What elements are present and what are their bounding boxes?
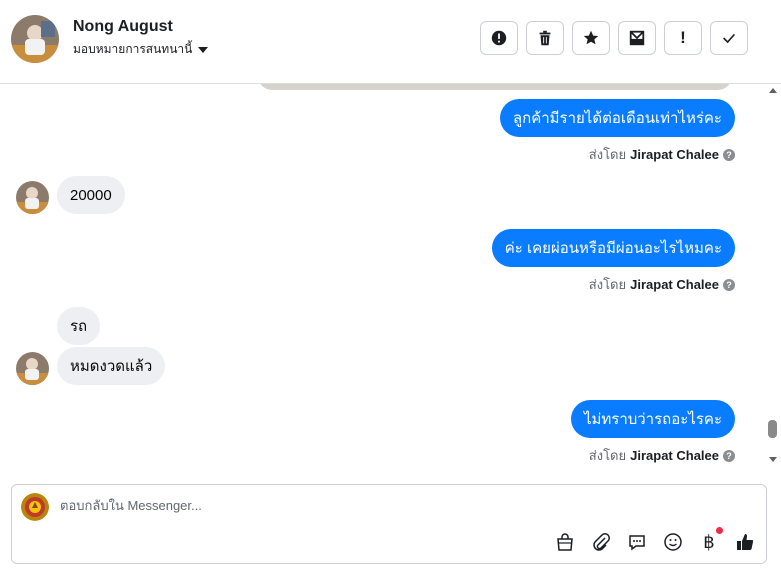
contact-avatar-small [16, 352, 49, 385]
trash-icon [539, 30, 551, 46]
outgoing-message[interactable]: ลูกค้ามีรายได้ต่อเดือนเท่าไหร่คะ [499, 99, 735, 137]
sent-by-label: ส่งโดย Jirapat Chalee ? [589, 445, 735, 466]
paperclip-icon[interactable] [590, 531, 612, 553]
shopping-bag-icon[interactable] [554, 531, 576, 553]
notification-dot [716, 527, 723, 534]
chevron-down-icon [198, 46, 209, 53]
contact-avatar[interactable] [11, 15, 59, 63]
help-icon[interactable]: ? [723, 278, 735, 291]
assign-label: มอบหมายการสนทนานี้ [73, 42, 193, 56]
reply-composer: ฿ [11, 484, 767, 564]
conversation-toolbar: ! [480, 21, 748, 55]
contact-avatar-small [16, 181, 49, 214]
spam-button[interactable] [480, 21, 518, 55]
message-thread[interactable]: ลูกค้ามีรายได้ต่อเดือนเท่าไหร่คะ ส่งโดย … [0, 84, 765, 468]
incoming-message[interactable]: หมดงวดแล้ว [57, 347, 166, 385]
reply-input[interactable] [60, 498, 660, 513]
incoming-message[interactable]: 20000 [57, 176, 125, 214]
assign-conversation-dropdown[interactable]: มอบหมายการสนทนานี้ [73, 40, 209, 59]
incoming-message[interactable]: รถ [57, 307, 101, 345]
contact-name[interactable]: Nong August [73, 18, 173, 36]
conversation-header: Nong August มอบหมายการสนทนานี้ ! [0, 0, 781, 84]
delete-button[interactable] [526, 21, 564, 55]
scroll-up-arrow-icon[interactable] [769, 88, 777, 93]
baht-symbol: ฿ [703, 531, 715, 552]
sent-by-label: ส่งโดย Jirapat Chalee ? [589, 274, 735, 295]
sent-by-label: ส่งโดย Jirapat Chalee ? [589, 144, 735, 165]
check-icon [723, 33, 736, 44]
sender-name: Jirapat Chalee [630, 277, 719, 292]
star-icon [583, 30, 599, 45]
star-button[interactable] [572, 21, 610, 55]
composer-tools: ฿ [554, 527, 756, 553]
outgoing-message[interactable]: ค่ะ เคยผ่อนหรือมีผ่อนอะไรไหมคะ [491, 229, 735, 267]
like-icon[interactable] [734, 531, 756, 553]
sent-by-prefix: ส่งโดย [588, 448, 627, 463]
help-icon[interactable]: ? [723, 148, 735, 161]
saved-reply-icon[interactable] [626, 531, 648, 553]
page-avatar [21, 493, 49, 521]
thread-scrollbar[interactable] [765, 84, 781, 468]
outgoing-message[interactable]: ไม่ทราบว่ารถอะไรคะ [570, 400, 735, 438]
sent-by-prefix: ส่งโดย [588, 147, 627, 162]
sent-by-prefix: ส่งโดย [588, 277, 627, 292]
sender-name: Jirapat Chalee [630, 448, 719, 463]
done-button[interactable] [710, 21, 748, 55]
emoji-icon[interactable] [662, 531, 684, 553]
follow-up-button[interactable]: ! [664, 21, 702, 55]
exclamation-icon: ! [680, 28, 686, 47]
envelope-icon [629, 30, 645, 46]
image-attachment[interactable] [258, 84, 732, 90]
scrollbar-thumb[interactable] [768, 420, 777, 438]
baht-icon[interactable]: ฿ [698, 527, 723, 553]
exclamation-circle-icon [491, 30, 507, 46]
help-icon[interactable]: ? [723, 449, 735, 462]
sender-name: Jirapat Chalee [630, 147, 719, 162]
mark-unread-button[interactable] [618, 21, 656, 55]
scroll-down-arrow-icon[interactable] [769, 457, 777, 462]
